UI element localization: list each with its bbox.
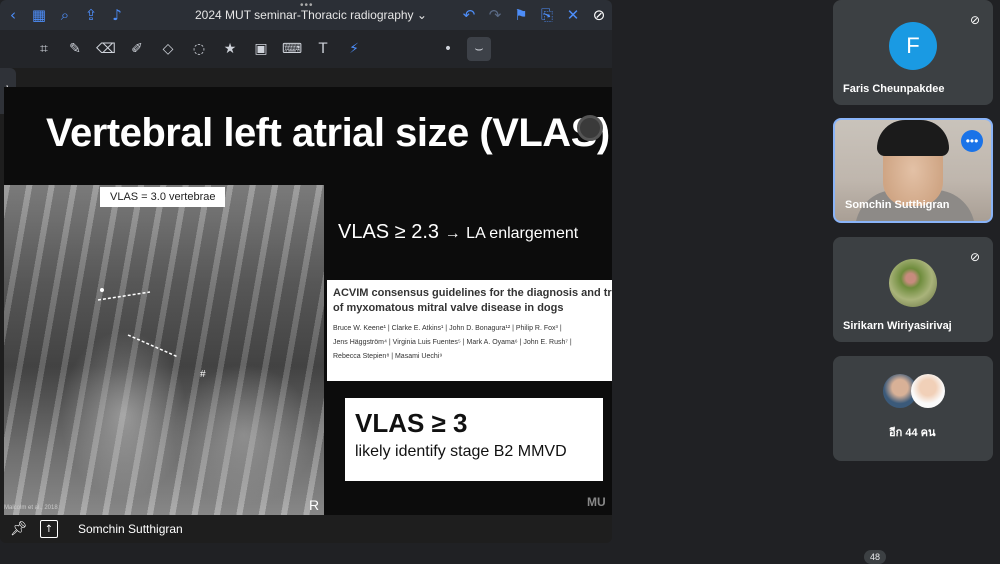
xray-citation: Malcolm et al., 2018 bbox=[4, 505, 58, 511]
box-main-text: VLAS ≥ 3 bbox=[355, 408, 468, 438]
textbox-icon[interactable]: T bbox=[311, 37, 335, 61]
pin-icon[interactable]: 📌︎ bbox=[10, 520, 28, 538]
app-top-bar: ‹ ▦ ⌕ ⇪ ♪ ••• 2024 MUT seminar-Thoracic … bbox=[0, 0, 612, 30]
paper-authors-line1: Bruce W. Keene¹ | Clarke E. Atkins¹ | Jo… bbox=[333, 325, 562, 332]
video-hair bbox=[877, 120, 949, 156]
popout-icon[interactable]: ↑ bbox=[40, 520, 58, 538]
more-options-button[interactable]: ••• bbox=[961, 130, 983, 152]
box-sub-text: likely identify stage B2 MMVD bbox=[355, 443, 567, 460]
image-icon[interactable]: ▣ bbox=[249, 37, 273, 61]
bookmark-icon[interactable]: ⚑ bbox=[508, 0, 534, 30]
participant-tile[interactable]: ⊘ Sirikarn Wiriyasirivaj bbox=[833, 237, 993, 342]
paper-title-line1: ACVIM consensus guidelines for the diagn… bbox=[333, 287, 612, 299]
export-icon[interactable]: ⎘ bbox=[534, 0, 560, 30]
shapes-icon[interactable]: ◇ bbox=[156, 37, 180, 61]
grid-icon[interactable]: ▦ bbox=[26, 0, 52, 30]
measurement-lines bbox=[97, 288, 179, 358]
presentation-slide: Vertebral left atrial size (VLAS) VLAS =… bbox=[4, 87, 612, 515]
eraser-icon[interactable]: ⌫ bbox=[94, 37, 118, 61]
dot-size-icon[interactable]: • bbox=[436, 37, 460, 61]
lasso-icon[interactable]: ◌ bbox=[187, 37, 211, 61]
undo-icon[interactable]: ↶ bbox=[456, 0, 482, 30]
pen-icon[interactable]: ✎ bbox=[63, 37, 87, 61]
close-icon[interactable]: ✕ bbox=[560, 0, 586, 30]
avatar bbox=[889, 259, 937, 307]
chevron-down-icon: ⌄ bbox=[416, 8, 427, 22]
xray-image: VLAS = 3.0 vertebrae # R Malcolm et al.,… bbox=[4, 185, 324, 515]
record-indicator-icon bbox=[577, 115, 603, 141]
slide-title: Vertebral left atrial size (VLAS) bbox=[46, 111, 610, 155]
participant-tile[interactable]: F ⊘ Faris Cheunpakdee bbox=[833, 0, 993, 105]
share-icon[interactable]: ⇪ bbox=[78, 0, 104, 30]
participant-tile-active[interactable]: ••• Somchin Sutthigran bbox=[833, 118, 993, 223]
university-logo: MU bbox=[587, 495, 606, 509]
people-count-badge[interactable]: 48 bbox=[864, 550, 886, 564]
others-tile[interactable]: อีก 44 คน bbox=[833, 356, 993, 461]
mic-muted-icon: ⊘ bbox=[969, 13, 981, 27]
keyboard-icon[interactable]: ⌨ bbox=[280, 37, 304, 61]
laser-icon[interactable]: ⚡ bbox=[342, 37, 366, 61]
participant-name: Sirikarn Wiriyasirivaj bbox=[843, 320, 952, 332]
highlighter-icon[interactable]: ✐ bbox=[125, 37, 149, 61]
xray-side-marker: R bbox=[309, 497, 320, 513]
presenter-name: Somchin Sutthigran bbox=[78, 522, 183, 536]
image-select-icon[interactable]: ⌗ bbox=[32, 37, 56, 61]
document-title[interactable]: 2024 MUT seminar-Thoracic radiography ⌄ bbox=[195, 8, 427, 22]
search-icon[interactable]: ⌕ bbox=[52, 0, 78, 30]
avatar: F bbox=[889, 22, 937, 70]
participant-name: Somchin Sutthigran bbox=[845, 199, 950, 211]
back-icon[interactable]: ‹ bbox=[0, 0, 26, 30]
annotation-toolbar: ⌗ ✎ ⌫ ✐ ◇ ◌ ★ ▣ ⌨ T ⚡ • ⌣ bbox=[0, 30, 612, 68]
share-bottom-bar: 📌︎ ↑ Somchin Sutthigran bbox=[0, 515, 612, 543]
others-count-label: อีก 44 คน bbox=[889, 427, 936, 439]
redo-icon[interactable]: ↷ bbox=[482, 0, 508, 30]
mic-icon[interactable]: ♪ bbox=[104, 0, 130, 30]
paper-citation: ACVIM consensus guidelines for the diagn… bbox=[327, 280, 612, 381]
mic-muted-icon: ⊘ bbox=[592, 6, 606, 24]
paper-authors-line2: Jens Häggström⁴ | Virginia Luis Fuentes⁵… bbox=[333, 339, 572, 346]
paper-authors-line3: Rebecca Stepien⁸ | Masami Uechi⁹ bbox=[333, 353, 443, 360]
vlas-threshold-box: VLAS ≥ 3 likely identify stage B2 MMVD bbox=[345, 398, 603, 481]
stroke-style-icon[interactable]: ⌣ bbox=[467, 37, 491, 61]
mic-muted-icon: ⊘ bbox=[969, 250, 981, 264]
xray-marker: # bbox=[200, 369, 206, 380]
sticker-icon[interactable]: ★ bbox=[218, 37, 242, 61]
paper-title-line2: of myxomatous mitral valve disease in do… bbox=[333, 302, 564, 314]
vlas-rule: VLAS ≥ 2.3 → LA enlargement bbox=[338, 221, 579, 243]
avatar bbox=[911, 374, 945, 408]
shared-screen: ‹ ▦ ⌕ ⇪ ♪ ••• 2024 MUT seminar-Thoracic … bbox=[0, 0, 612, 543]
participant-name: Faris Cheunpakdee bbox=[843, 83, 945, 95]
